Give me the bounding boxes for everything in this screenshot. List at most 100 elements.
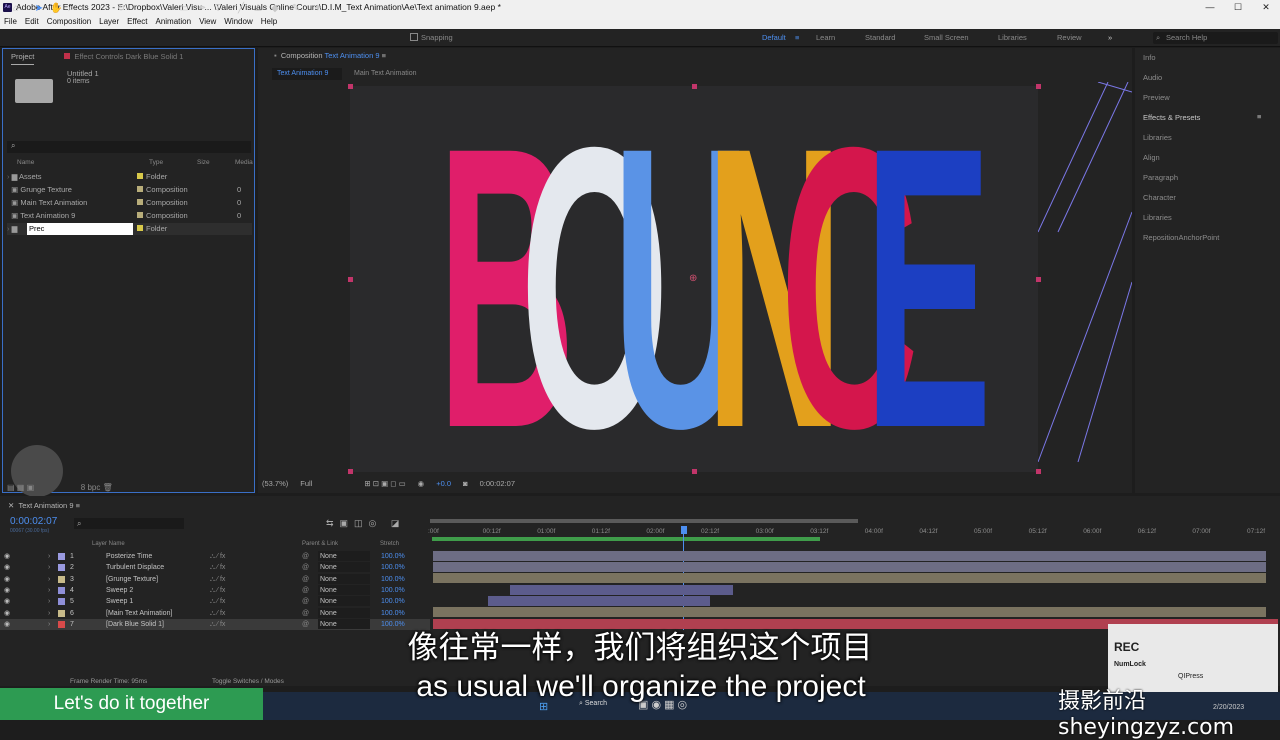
expand-arrow-icon[interactable]: › (48, 596, 50, 607)
panel-menu-icon[interactable]: ≡ (1257, 112, 1261, 121)
layer-switch-icons[interactable]: ⛬ ⁄ fx (210, 551, 225, 562)
col-type[interactable]: Type (149, 159, 163, 166)
minimize-button[interactable]: — (1196, 0, 1224, 15)
layer-bar[interactable] (510, 585, 733, 595)
parent-dropdown[interactable]: None (318, 551, 370, 561)
layer-switch-icons[interactable]: ⛬ ⁄ fx (210, 596, 225, 607)
menu-edit[interactable]: Edit (25, 15, 39, 29)
transform-handle[interactable] (692, 84, 697, 89)
layer-switch-icons[interactable]: ⛬ ⁄ fx (210, 608, 225, 619)
panel-character[interactable]: Character (1143, 193, 1176, 202)
roto-brush-icon[interactable]: ✎ (290, 3, 302, 15)
menu-composition[interactable]: Composition (47, 15, 91, 29)
layer-name[interactable]: [Grunge Texture] (106, 574, 158, 585)
expand-arrow-icon[interactable]: › (48, 608, 50, 619)
panel-audio[interactable]: Audio (1143, 73, 1162, 82)
type-tool-icon[interactable]: T (212, 3, 224, 15)
layer-bar[interactable] (433, 562, 1266, 572)
breadcrumb-text-animation-9[interactable]: Text Animation 9 (272, 68, 342, 80)
resolution-dropdown[interactable]: Full (300, 479, 312, 488)
label-color[interactable] (58, 575, 65, 583)
layer-row[interactable]: ◉ › 6 [Main Text Animation] ⛬ ⁄ fx @ None 100.0… (0, 607, 430, 619)
layer-switch-icons[interactable]: ⛬ ⁄ fx (210, 585, 225, 596)
workspace-small-screen[interactable]: Small Screen (924, 33, 969, 42)
layer-row[interactable]: ◉ › 4 Sweep 2 ⛬ ⁄ fx @ None 100.0% (0, 584, 430, 596)
panel-libraries-2[interactable]: Libraries (1143, 213, 1172, 222)
snapping-checkbox[interactable] (410, 33, 418, 41)
parent-dropdown[interactable]: None (318, 562, 370, 573)
col-name[interactable]: Name (17, 159, 34, 166)
zoom-dropdown[interactable]: (53.7%) (262, 479, 288, 488)
work-area-bar[interactable] (430, 519, 858, 523)
layer-bar[interactable] (488, 596, 710, 606)
col-size[interactable]: Size (197, 159, 210, 166)
menu-window[interactable]: Window (224, 15, 252, 29)
list-item[interactable]: ▣ Grunge Texture Composition 0 (7, 184, 252, 196)
rotate-tool-icon[interactable]: ↻ (115, 3, 127, 15)
menu-view[interactable]: View (199, 15, 216, 29)
viewer-toggle-icons[interactable]: ⊞ ⊡ ▣ ◻ ▭ (364, 479, 405, 488)
eye-icon[interactable]: ◉ (4, 562, 10, 573)
eye-icon[interactable]: ◉ (4, 574, 10, 585)
eye-icon[interactable]: ◉ (4, 596, 10, 607)
layer-name[interactable]: Turbulent Displace (106, 562, 164, 573)
color-channel-icon[interactable]: ◉ (418, 479, 425, 488)
parent-dropdown[interactable]: None (318, 584, 370, 595)
panel-preview[interactable]: Preview (1143, 93, 1170, 102)
zoom-tool-icon[interactable]: ⌕ (65, 3, 77, 15)
list-item[interactable]: ▣ Main Text Animation Composition 0 (7, 197, 252, 209)
parent-dropdown[interactable]: None (318, 596, 370, 607)
selection-tool-icon[interactable]: ➤ (33, 3, 45, 15)
rename-field[interactable]: Prec (27, 223, 133, 235)
panel-reposition-anchor[interactable]: RepositionAnchorPoint (1143, 233, 1219, 242)
close-button[interactable]: ✕ (1252, 0, 1280, 15)
pickwhip-icon[interactable]: @ (302, 551, 309, 562)
workspace-default[interactable]: Default (762, 33, 786, 42)
pickwhip-icon[interactable]: @ (302, 562, 309, 573)
expand-arrow-icon[interactable]: › (48, 585, 50, 596)
pickwhip-icon[interactable]: @ (302, 585, 309, 596)
pickwhip-icon[interactable]: @ (302, 596, 309, 607)
transform-handle[interactable] (1036, 277, 1041, 282)
transform-handle[interactable] (348, 277, 353, 282)
eraser-tool-icon[interactable]: ◆ (269, 3, 281, 15)
layer-switch-icons[interactable]: ⛬ ⁄ fx (210, 562, 225, 573)
layer-name[interactable]: Posterize Time (106, 551, 152, 562)
stretch-value[interactable]: 100.0% (381, 608, 405, 619)
eye-icon[interactable]: ◉ (4, 608, 10, 619)
comp-tab-name[interactable]: Text Animation 9 (324, 51, 379, 60)
timeline-switch-icons[interactable]: ⇆▣◫◎ ◪ (326, 518, 405, 529)
layer-name[interactable]: Sweep 2 (106, 585, 133, 596)
list-item[interactable]: ▣ Text Animation 9 Composition 0 (7, 210, 252, 222)
timeline-current-time[interactable]: 0:00:02:07 (10, 516, 57, 527)
layer-switch-icons[interactable]: ⛬ ⁄ fx (210, 574, 225, 585)
trash-icon[interactable]: 🗑 (103, 483, 113, 492)
tab-effect-controls[interactable]: Effect Controls Dark Blue Solid 1 (64, 49, 183, 65)
pickwhip-icon[interactable]: @ (302, 608, 309, 619)
transform-handle[interactable] (1036, 469, 1041, 474)
stretch-value[interactable]: 100.0% (381, 562, 405, 573)
workspace-libraries[interactable]: Libraries (998, 33, 1027, 42)
comp-name[interactable]: Untitled 1 (67, 69, 99, 78)
layer-row[interactable]: ◉ › 1 Posterize Time ⛬ ⁄ fx @ None 100.0% (0, 551, 430, 562)
hand-tool-icon[interactable]: ✋ (50, 3, 62, 15)
tab-project[interactable]: Project (11, 49, 35, 65)
more-workspaces-icon[interactable]: » (1108, 33, 1112, 42)
panel-paragraph[interactable]: Paragraph (1143, 173, 1178, 182)
stretch-value[interactable]: 100.0% (381, 585, 405, 596)
transform-handle[interactable] (1036, 84, 1041, 89)
label-color[interactable] (58, 564, 65, 572)
anchor-point-icon[interactable]: ⊕ (689, 273, 697, 284)
layer-bar[interactable] (433, 551, 1266, 561)
layer-row[interactable]: ◉ › 2 Turbulent Displace ⛬ ⁄ fx @ None 100.0% (0, 562, 430, 573)
bpc-label[interactable]: 8 bpc (81, 483, 101, 492)
timeline-tab[interactable]: ✕ Text Animation 9 ≡ (8, 501, 80, 510)
parent-dropdown[interactable]: None (318, 573, 370, 584)
playhead[interactable] (681, 526, 687, 534)
stretch-value[interactable]: 100.0% (381, 596, 405, 607)
lock-icon[interactable]: ▪ (274, 51, 277, 60)
breadcrumb-main-text-animation[interactable]: Main Text Animation (354, 68, 417, 80)
workspace-review[interactable]: Review (1057, 33, 1082, 42)
project-search-input[interactable]: ⌕ (7, 141, 251, 153)
panel-align[interactable]: Align (1143, 153, 1160, 162)
